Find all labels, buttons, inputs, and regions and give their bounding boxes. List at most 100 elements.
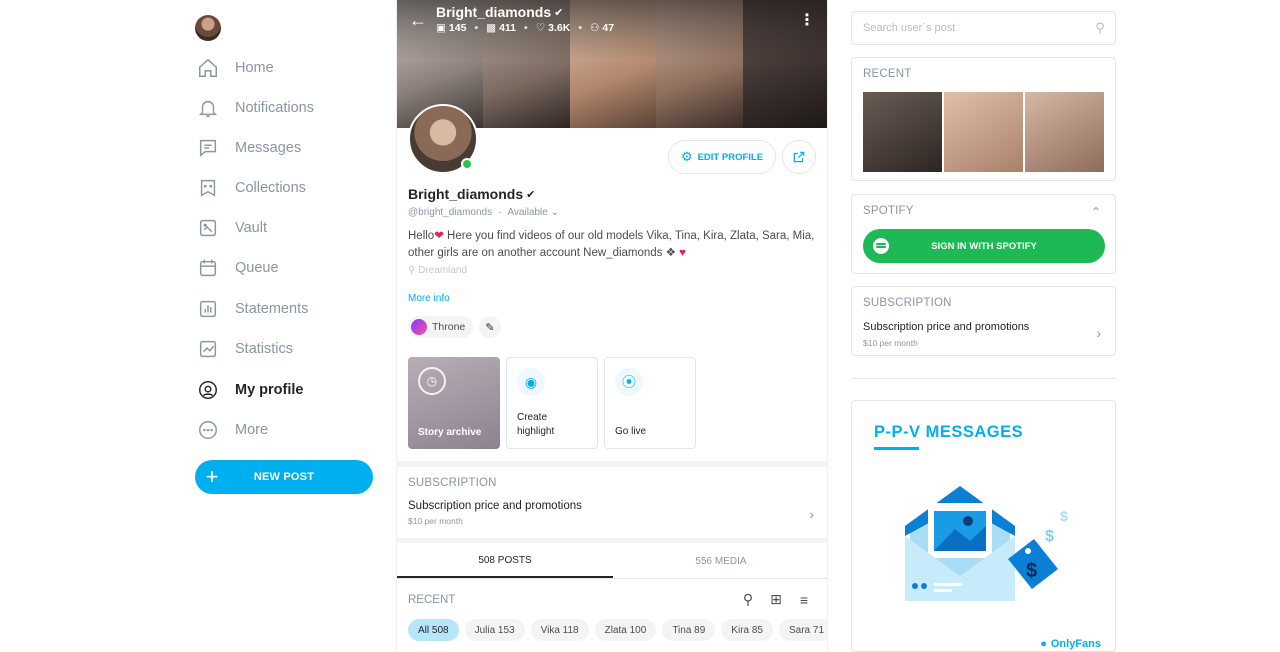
recent-card: RECENT [851,57,1116,181]
sidebar-item-label: Statements [235,301,309,317]
profile-name: Bright_diamonds ✔ [408,186,536,202]
spotify-sign-in-button[interactable]: SIGN IN WITH SPOTIFY [863,229,1105,263]
onlyfans-icon: ● [1040,638,1047,650]
heart-emoji-icon: ❤ [434,230,444,242]
tab-posts[interactable]: 508 POSTS [397,544,613,578]
subscription-card[interactable]: SUBSCRIPTION Subscription price and prom… [851,286,1116,356]
throne-logo-icon [411,319,427,335]
chip-all[interactable]: All 508 [408,619,459,641]
more-icon [195,417,221,443]
chip-sara[interactable]: Sara 71 [778,619,827,641]
chart-icon [195,336,221,362]
sidebar-item-collections[interactable]: Collections [195,168,306,208]
new-post-button[interactable]: + NEW POST [195,460,373,494]
recent-bar: RECENT ⚲ ⊞ ≡ [408,591,818,608]
message-icon [195,135,221,161]
more-info-link[interactable]: More info [408,293,450,304]
fans-icon: ⚇ [590,22,600,34]
sidebar-item-more[interactable]: More [195,410,268,450]
share-icon [793,151,805,163]
right-column: ⚲ RECENT SPOTIFY ⌃ SIGN IN WITH SPOTIFY … [851,0,1116,652]
envelope-price-tag-illustration: $ $ $ [905,486,1068,601]
sidebar-item-messages[interactable]: Messages [195,128,301,168]
highlight-icon: ◉ [517,368,545,396]
cover-title: Bright_diamonds ✔ [436,4,564,20]
profile-location: ⚲ Dreamland [408,265,468,276]
recent-thumbnail[interactable] [1025,92,1104,172]
gear-icon: ⚙ [680,149,693,164]
sidebar-item-my-profile[interactable]: My profile [195,370,303,410]
profile-tabs: 508 POSTS 556 MEDIA [397,544,827,579]
sort-icon[interactable]: ≡ [790,592,818,608]
sidebar-item-vault[interactable]: Vault [195,208,267,248]
sidebar-item-label: Messages [235,140,302,156]
filter-chips: All 508 Julia 153 Vika 118 Zlata 100 Tin… [408,619,827,641]
go-live-tile[interactable]: ⦿ Go live [604,357,696,449]
subscription-row[interactable]: Subscription price and promotions $10 pe… [408,500,818,526]
vault-icon [195,215,221,241]
chip-julia[interactable]: Julia 153 [464,619,525,641]
sidebar-item-statements[interactable]: Statements [195,289,308,329]
chip-vika[interactable]: Vika 118 [530,619,589,641]
profile-column: ← Bright_diamonds ✔ ▣ 145 • ▩ 411 • ♡ 3.6K … [396,0,828,652]
story-archive-tile[interactable]: ◷ Story archive [408,357,500,449]
kebab-menu-icon[interactable]: ⋮ [799,10,815,30]
sidebar-item-label: Home [235,60,274,76]
verified-icon: ✔ [554,6,564,19]
gem-emoji-icon: ❖ [665,247,676,259]
recent-thumbnail[interactable] [944,92,1023,172]
bell-icon [195,95,221,121]
sidebar-item-label: Queue [235,260,279,276]
statements-icon [195,296,221,322]
chevron-right-icon: › [809,506,814,522]
sidebar-item-home[interactable]: Home [195,48,274,88]
grid-icon[interactable]: ⊞ [762,591,790,608]
create-highlight-tile[interactable]: ◉ Create highlight [506,357,598,449]
sidebar-item-statistics[interactable]: Statistics [195,329,293,369]
profile-icon [195,377,221,403]
calendar-icon [195,255,221,281]
chip-tina[interactable]: Tina 89 [662,619,716,641]
onlyfans-logo: ● OnlyFans [1040,638,1101,650]
share-button[interactable] [782,140,816,174]
sidebar-item-notifications[interactable]: Notifications [195,88,314,128]
edit-profile-button[interactable]: ⚙ EDIT PROFILE [668,140,776,174]
search-icon[interactable]: ⚲ [734,591,762,608]
ppv-messages-promo[interactable]: P-P-V MESSAGES $ $ $ ● OnlyFans [851,400,1116,652]
lips-emoji-icon: ♥ [679,247,686,259]
plus-icon: + [205,464,219,489]
home-icon [195,55,221,81]
user-avatar[interactable] [195,15,221,41]
photo-icon: ▣ [436,22,446,34]
svg-text:$: $ [1060,508,1068,524]
tab-media[interactable]: 556 MEDIA [613,544,827,578]
sidebar-item-queue[interactable]: Queue [195,248,279,288]
back-arrow-icon[interactable]: ← [409,10,427,31]
svg-text:$: $ [1045,528,1054,545]
spotify-card: SPOTIFY ⌃ SIGN IN WITH SPOTIFY [851,194,1116,274]
sidebar-item-label: Collections [235,180,306,196]
chevron-up-icon[interactable]: ⌃ [1091,205,1101,219]
profile-handle-row: @bright_diamonds · Available ⌄ [408,207,560,218]
sidebar-item-label: More [235,422,269,438]
online-status-dot [461,158,473,170]
throne-link[interactable]: Throne [408,316,474,338]
sidebar-item-label: Vault [235,220,267,236]
chip-kira[interactable]: Kira 85 [721,619,773,641]
cover-stats: ▣ 145 • ▩ 411 • ♡ 3.6K • ⚇ 47 [436,22,615,34]
profile-bio: Hello❤ Here you find videos of our old m… [408,230,815,259]
heart-icon: ♡ [535,22,546,34]
edit-pencil-button[interactable]: ✎ [479,316,501,338]
search-input[interactable] [863,22,1085,34]
chevron-right-icon: › [1096,325,1101,341]
recent-thumbnail[interactable] [863,92,942,172]
clock-icon: ◷ [418,367,446,395]
video-icon: ▩ [486,22,497,34]
chip-zlata[interactable]: Zlata 100 [594,619,657,641]
sidebar-item-label: My profile [235,382,304,398]
search-icon[interactable]: ⚲ [1085,20,1115,36]
sidebar-item-label: Statistics [235,341,294,357]
verified-icon: ✔ [526,188,536,201]
subscription-heading: SUBSCRIPTION [408,477,497,489]
availability-dropdown[interactable]: Available ⌄ [507,207,559,218]
